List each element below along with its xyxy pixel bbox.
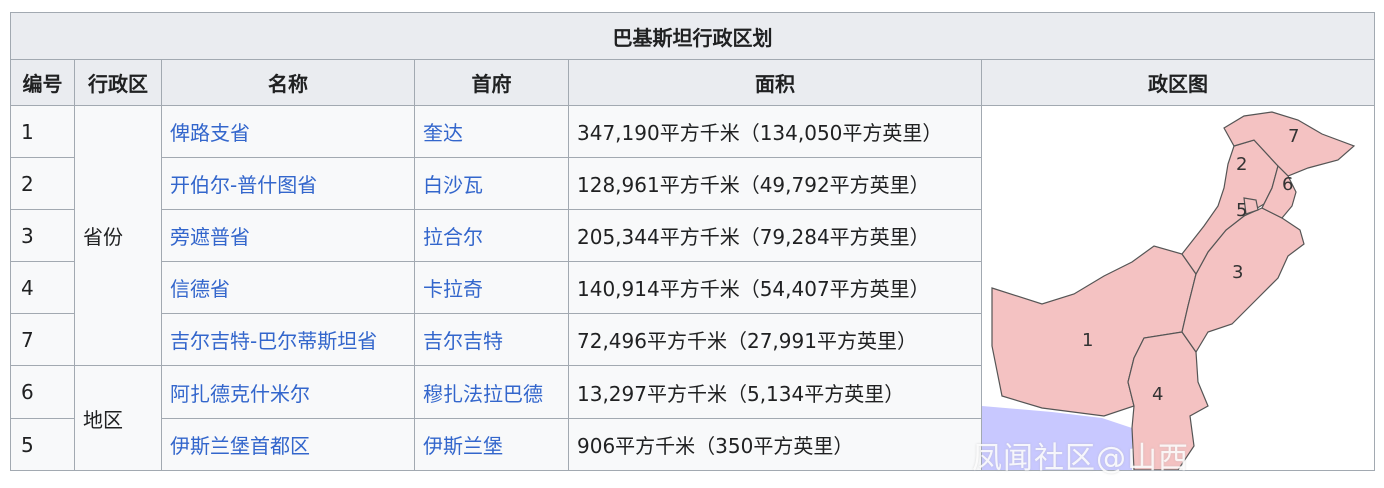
map-label-5: 5: [1236, 200, 1247, 221]
capital-link[interactable]: 伊斯兰堡: [414, 418, 569, 471]
header-area: 面积: [568, 59, 982, 106]
capital-link[interactable]: 拉合尔: [414, 209, 569, 262]
capital-link[interactable]: 穆扎法拉巴德: [414, 365, 569, 419]
region-name-link[interactable]: 阿扎德克什米尔: [161, 365, 415, 419]
area-value: 140,914平方千米（54,407平方英里）: [568, 261, 982, 314]
capital-link[interactable]: 吉尔吉特: [414, 313, 569, 366]
row-number: 5: [10, 418, 75, 471]
row-number: 6: [10, 365, 75, 419]
area-value: 205,344平方千米（79,284平方英里）: [568, 209, 982, 262]
header-map: 政区图: [981, 59, 1375, 106]
region-name-link[interactable]: 开伯尔-普什图省: [161, 157, 415, 210]
admin-divisions-table: 巴基斯坦行政区划 编号 行政区 名称 首府 面积 政区图 1 省份 俾路支省 奎…: [10, 12, 1375, 471]
region-name-link[interactable]: 俾路支省: [161, 105, 415, 158]
map-label-1: 1: [1082, 330, 1093, 351]
region-name-link[interactable]: 吉尔吉特-巴尔蒂斯坦省: [161, 313, 415, 366]
header-number: 编号: [10, 59, 75, 106]
row-number: 7: [10, 313, 75, 366]
map-label-2: 2: [1236, 154, 1247, 175]
region-name-link[interactable]: 旁遮普省: [161, 209, 415, 262]
capital-link[interactable]: 白沙瓦: [414, 157, 569, 210]
area-value: 906平方千米（350平方英里）: [568, 418, 982, 471]
row-number: 4: [10, 261, 75, 314]
header-division: 行政区: [74, 59, 162, 106]
header-name: 名称: [161, 59, 415, 106]
region-name-link[interactable]: 信德省: [161, 261, 415, 314]
map-cell: 1 2 3 4 5 6 7: [981, 105, 1375, 471]
table-row: 1 省份 俾路支省 奎达 347,190平方千米（134,050平方英里） 1 …: [10, 105, 1375, 471]
table-caption: 巴基斯坦行政区划: [10, 12, 1375, 60]
region-name-link[interactable]: 伊斯兰堡首都区: [161, 418, 415, 471]
map-label-3: 3: [1232, 262, 1243, 283]
area-value: 72,496平方千米（27,991平方英里）: [568, 313, 982, 366]
capital-link[interactable]: 卡拉奇: [414, 261, 569, 314]
area-value: 128,961平方千米（49,792平方英里）: [568, 157, 982, 210]
division-type-provinces: 省份: [74, 105, 162, 366]
map-label-6: 6: [1282, 174, 1293, 195]
row-number: 2: [10, 157, 75, 210]
capital-link[interactable]: 奎达: [414, 105, 569, 158]
watermark-text: 凤闻社区@山西: [972, 441, 1189, 476]
row-number: 3: [10, 209, 75, 262]
row-number: 1: [10, 105, 75, 158]
area-value: 347,190平方千米（134,050平方英里）: [568, 105, 982, 158]
map-label-7: 7: [1288, 126, 1299, 147]
area-value: 13,297平方千米（5,134平方英里）: [568, 365, 982, 419]
pakistan-map[interactable]: 1 2 3 4 5 6 7: [982, 106, 1372, 470]
division-type-territories: 地区: [74, 365, 162, 471]
header-capital: 首府: [414, 59, 569, 106]
map-label-4: 4: [1152, 384, 1163, 405]
